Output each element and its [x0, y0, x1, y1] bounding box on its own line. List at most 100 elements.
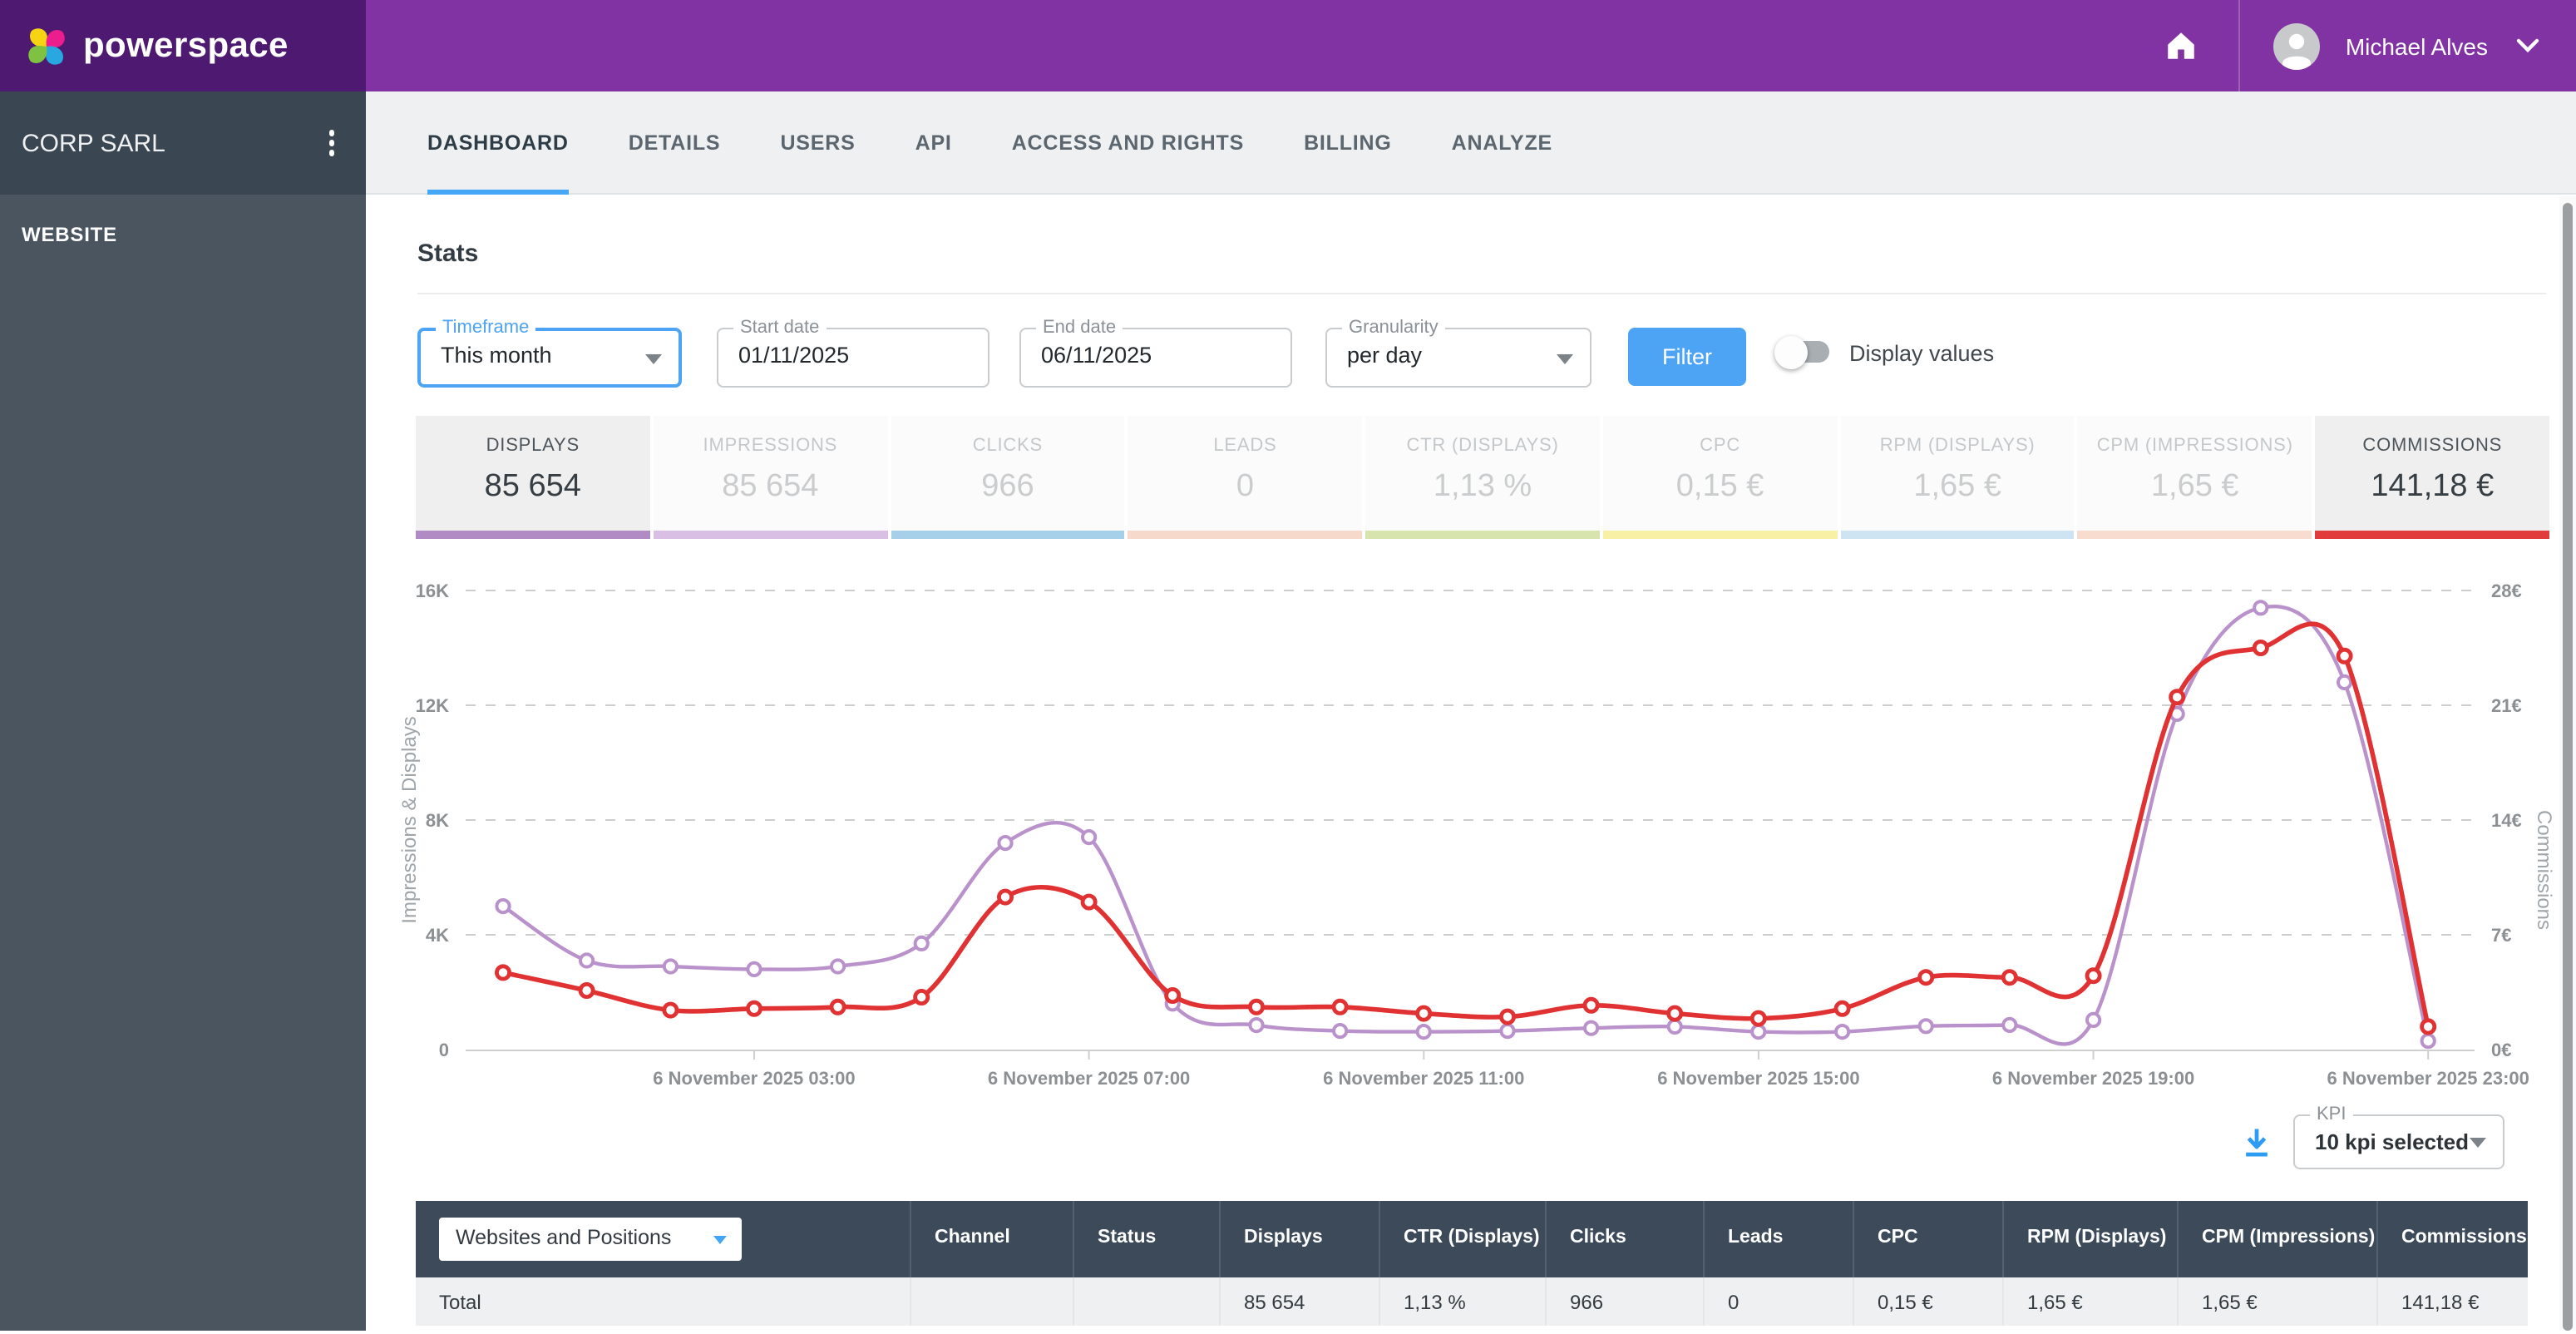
kpi-value: 85 654 [485, 469, 581, 506]
column-header-cpm-impressions-: CPM (Impressions) [2179, 1201, 2378, 1277]
kpi-value: 1,13 % [1434, 469, 1532, 506]
kpi-card-ctr-displays-[interactable]: CTR (DISPLAYS) 1,13 % [1365, 416, 1600, 539]
total-cell-8: 1,65 € [2004, 1277, 2179, 1326]
download-icon[interactable] [2238, 1124, 2278, 1164]
timeframe-value: This month [421, 331, 679, 381]
timeframe-label: Timeframe [436, 318, 535, 338]
column-header-commissions: Commissions [2378, 1201, 2528, 1277]
svg-text:7€: 7€ [2491, 925, 2511, 946]
tab-bar: DASHBOARD DETAILS USERS API ACCESS AND RIGHT… [366, 91, 2576, 195]
total-cell-1 [911, 1277, 1074, 1326]
vertical-scrollbar[interactable] [2559, 196, 2576, 1331]
total-cell-4: 1,13 % [1380, 1277, 1547, 1326]
svg-text:6 November 2025 19:00: 6 November 2025 19:00 [1992, 1068, 2194, 1089]
granularity-select[interactable]: Granularity per day [1325, 328, 1591, 388]
kpi-value: 0,15 € [1676, 469, 1764, 506]
sidebar-item-website[interactable]: WEBSITE [0, 195, 366, 274]
filter-button[interactable]: Filter [1628, 328, 1746, 386]
total-cell-7: 0,15 € [1854, 1277, 2004, 1326]
kpi-value: 141,18 € [2371, 469, 2494, 506]
table-row-partial [416, 1326, 2528, 1334]
tab-users[interactable]: USERS [780, 91, 855, 193]
tab-access-and-rights[interactable]: ACCESS AND RIGHTS [1012, 91, 1244, 193]
svg-text:Commissions: Commissions [2533, 810, 2555, 930]
kpi-value: 0 [1236, 469, 1254, 506]
kpi-card-clicks[interactable]: CLICKS 966 [891, 416, 1125, 539]
svg-text:6 November 2025 23:00: 6 November 2025 23:00 [2327, 1068, 2529, 1089]
kpi-card-impressions[interactable]: IMPRESSIONS85 654 [654, 416, 888, 539]
total-cell-6: 0 [1705, 1277, 1854, 1326]
websites-positions-value: Websites and Positions [456, 1222, 671, 1257]
column-header-cpc: CPC [1854, 1201, 2004, 1277]
page-title: Stats [417, 240, 478, 268]
avatar[interactable] [2274, 22, 2321, 69]
timeframe-select[interactable]: Timeframe This month [417, 328, 682, 388]
svg-text:8K: 8K [426, 810, 449, 831]
topbar-actions: Michael Alves [2164, 0, 2576, 91]
kpi-value: 85 654 [722, 469, 818, 506]
svg-text:28€: 28€ [2491, 581, 2522, 601]
kpi-cards: DISPLAYS85 654IMPRESSIONS85 654CLICKS966… [416, 416, 2549, 539]
column-header-leads: Leads [1705, 1201, 1854, 1277]
stats-line-chart[interactable]: 6 November 2025 03:00 6 November 2025 07:… [366, 562, 2559, 1114]
granularity-label: Granularity [1342, 318, 1445, 338]
kpi-card-cpc[interactable]: CPC 0,15 € [1603, 416, 1838, 539]
tab-billing[interactable]: BILLING [1304, 91, 1392, 193]
kpi-label: CPC [1700, 436, 1740, 456]
svg-text:0€: 0€ [2491, 1040, 2511, 1060]
svg-text:14€: 14€ [2491, 810, 2522, 831]
kpi-card-displays[interactable]: DISPLAYS 85 654 [416, 416, 650, 539]
start-date-field[interactable]: Start date 01/11/2025 [717, 328, 989, 388]
title-divider [417, 293, 2546, 294]
kebab-menu-icon[interactable] [323, 126, 339, 161]
column-header-clicks: Clicks [1547, 1201, 1705, 1277]
kpi-color-bar [1365, 531, 1600, 539]
tab-dashboard[interactable]: DASHBOARD [427, 91, 569, 193]
scrollbar-thumb[interactable] [2563, 203, 2573, 1331]
kpi-select[interactable]: KPI 10 kpi selected [2293, 1114, 2504, 1169]
svg-text:6 November 2025 11:00: 6 November 2025 11:00 [1323, 1068, 1524, 1089]
org-header: CORP SARL [0, 91, 366, 195]
svg-text:4K: 4K [426, 925, 449, 946]
kpi-label: LEADS [1213, 436, 1276, 456]
kpi-color-bar [1603, 531, 1838, 539]
kpi-label: CTR (DISPLAYS) [1406, 436, 1558, 456]
kpi-card-commissions[interactable]: COMMISSIONS141,18 € [2316, 416, 2550, 539]
tab-analyze[interactable]: ANALYZE [1452, 91, 1552, 193]
kpi-color-bar [1128, 531, 1363, 539]
kpi-value: 1,65 € [2151, 469, 2239, 506]
table-header-selector-cell: Websites and Positions [416, 1201, 911, 1277]
kpi-card-rpm-displays-[interactable]: RPM (DISPLAYS)1,65 € [1840, 416, 2075, 539]
user-name[interactable]: Michael Alves [2346, 32, 2488, 59]
svg-text:6 November 2025 15:00: 6 November 2025 15:00 [1657, 1068, 1859, 1089]
kpi-value: 966 [981, 469, 1034, 506]
total-cell-10: 141,18 € [2378, 1277, 2528, 1326]
kpi-color-bar [416, 531, 650, 539]
display-values-label: Display values [1849, 341, 1994, 366]
kpi-card-leads[interactable]: LEADS 0 [1128, 416, 1363, 539]
total-cell-2 [1074, 1277, 1221, 1326]
kpi-card-cpm-impressions-[interactable]: CPM (IMPRESSIONS)1,65 € [2078, 416, 2312, 539]
kpi-color-bar [2316, 531, 2550, 539]
user-menu-chevron-icon[interactable] [2516, 38, 2539, 53]
sidebar: CORP SARL WEBSITE [0, 91, 366, 1331]
tab-api[interactable]: API [915, 91, 952, 193]
kpi-select-label: KPI [2310, 1104, 2352, 1124]
total-cell-9: 1,65 € [2179, 1277, 2378, 1326]
kpi-label: CLICKS [973, 436, 1043, 456]
total-row-label: Total [416, 1277, 911, 1326]
home-icon[interactable] [2164, 28, 2199, 63]
kpi-label: DISPLAYS [486, 436, 580, 456]
user-silhouette-icon [2274, 22, 2321, 69]
websites-positions-select[interactable]: Websites and Positions [439, 1218, 742, 1261]
kpi-label: RPM (DISPLAYS) [1880, 436, 2036, 456]
svg-text:6 November 2025 07:00: 6 November 2025 07:00 [988, 1068, 1190, 1089]
svg-text:16K: 16K [416, 581, 449, 601]
end-date-field[interactable]: End date 06/11/2025 [1019, 328, 1292, 388]
display-values-toggle[interactable] [1779, 341, 1829, 363]
brand-logo[interactable]: powerspace [0, 0, 366, 91]
powerspace-dashboard: powerspace Michael Alves CORP SARL [0, 0, 2576, 1331]
svg-text:6 November 2025 03:00: 6 November 2025 03:00 [653, 1068, 855, 1089]
tab-details[interactable]: DETAILS [629, 91, 721, 193]
total-cell-3: 85 654 [1221, 1277, 1380, 1326]
